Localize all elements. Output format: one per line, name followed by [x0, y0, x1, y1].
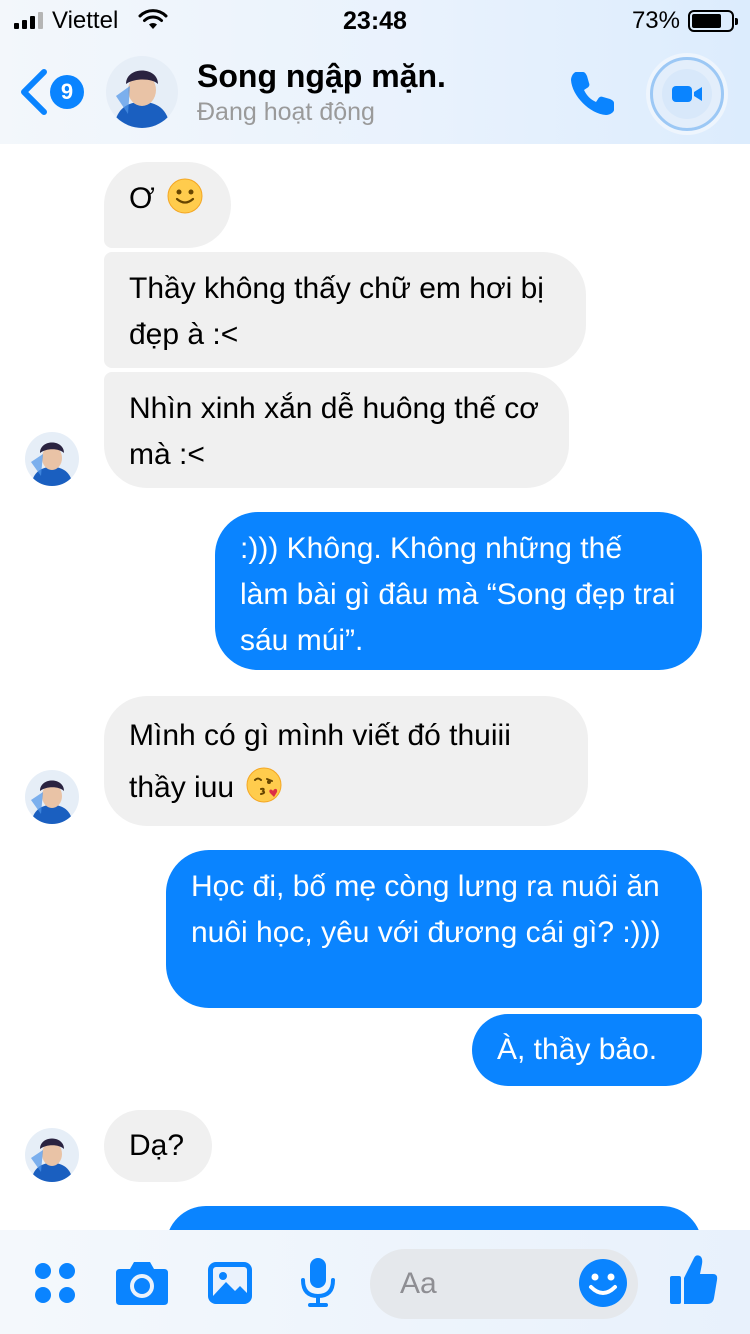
slightly-smiling-face-icon: [167, 178, 203, 214]
message-bubble-incoming[interactable]: Ơ: [104, 162, 231, 248]
battery-icon: [688, 10, 738, 32]
sender-avatar[interactable]: [25, 770, 79, 824]
message-bubble-incoming[interactable]: Nhìn xinh xắn dễ huông thế cơ mà :<: [104, 372, 569, 488]
status-bar: Viettel 23:48 73%: [0, 0, 750, 40]
contact-avatar[interactable]: [106, 56, 178, 128]
message-list[interactable]: Ơ Thầy không thấy chữ em hơi bị đẹp à :<…: [0, 144, 750, 1230]
camera-icon[interactable]: [114, 1259, 170, 1307]
battery-percentage: 73%: [631, 7, 680, 34]
message-bubble-outgoing[interactable]: À, thầy bảo.: [472, 1014, 702, 1086]
face-blowing-kiss-icon: [246, 767, 282, 803]
emoji-icon[interactable]: [578, 1258, 628, 1308]
conversation-header: Viettel 23:48 73% 9 Song ngập mặn. Đang …: [0, 0, 750, 144]
thumbs-up-icon[interactable]: [668, 1252, 720, 1308]
video-camera-icon: [672, 86, 702, 102]
photo-gallery-icon[interactable]: [206, 1260, 254, 1306]
message-bubble-incoming[interactable]: Thầy không thấy chữ em hơi bị đẹp à :<: [104, 252, 586, 368]
unread-count-badge[interactable]: 9: [50, 75, 84, 109]
message-bubble-incoming[interactable]: Dạ?: [104, 1110, 212, 1182]
contact-name[interactable]: Song ngập mặn.: [197, 58, 446, 95]
microphone-icon[interactable]: [298, 1256, 338, 1308]
sender-avatar[interactable]: [25, 432, 79, 486]
video-call-button[interactable]: [650, 57, 724, 131]
contact-active-status: Đang hoạt động: [197, 98, 375, 126]
message-input[interactable]: [400, 1263, 580, 1305]
apps-grid-icon[interactable]: [32, 1260, 78, 1306]
sender-avatar[interactable]: [25, 1128, 79, 1182]
phone-icon[interactable]: [566, 66, 620, 120]
message-bubble-outgoing[interactable]: :))) Không. Không những thế làm bài gì đ…: [215, 512, 702, 670]
message-bubble-incoming[interactable]: Mình có gì mình viết đó thuiii thầy iuu: [104, 696, 588, 826]
message-bubble-outgoing-partial[interactable]: [166, 1206, 702, 1230]
message-bubble-outgoing[interactable]: Học đi, bố mẹ còng lưng ra nuôi ăn nuôi …: [166, 850, 702, 1008]
